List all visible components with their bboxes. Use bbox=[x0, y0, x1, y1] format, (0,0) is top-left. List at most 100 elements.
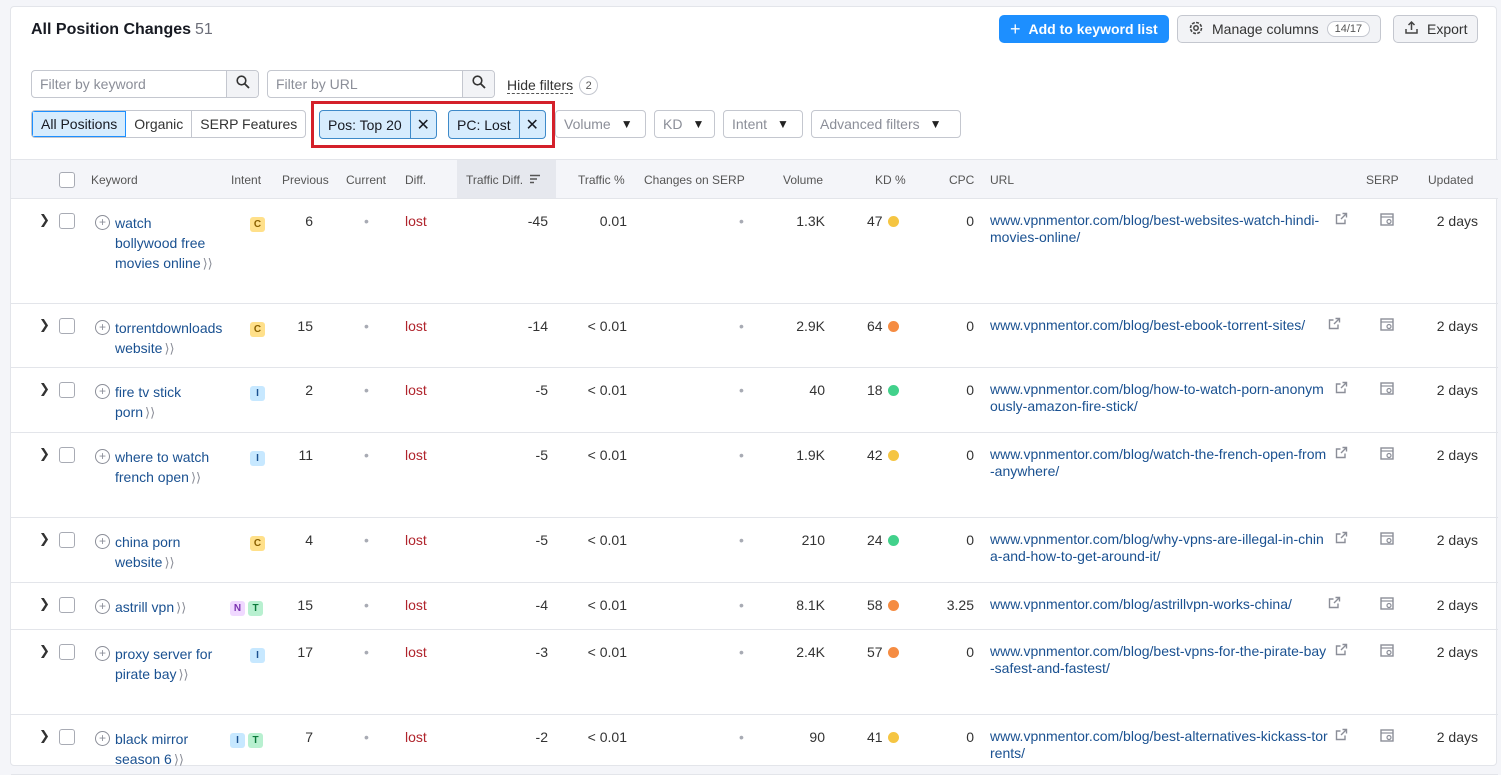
row-checkbox[interactable] bbox=[59, 729, 75, 745]
double-chevron-icon[interactable]: ⟩⟩ bbox=[164, 341, 174, 356]
external-link-icon[interactable] bbox=[1335, 212, 1348, 228]
col-kd[interactable]: KD % bbox=[875, 173, 906, 187]
row-checkbox[interactable] bbox=[59, 532, 75, 548]
keyword-link[interactable]: proxy server for pirate bay bbox=[115, 646, 212, 682]
keyword-cell[interactable]: fire tv stick porn ⟩⟩ bbox=[115, 382, 215, 423]
external-link-icon[interactable] bbox=[1328, 317, 1341, 333]
url-link[interactable]: www.vpnmentor.com/blog/best-alternatives… bbox=[990, 728, 1330, 762]
serp-snapshot-icon[interactable] bbox=[1380, 382, 1395, 399]
add-keyword-icon[interactable]: + bbox=[95, 449, 110, 464]
segment-all-positions[interactable]: All Positions bbox=[32, 111, 127, 137]
keyword-cell[interactable]: torrentdownloads website ⟩⟩ bbox=[115, 318, 222, 359]
double-chevron-icon[interactable]: ⟩⟩ bbox=[164, 555, 174, 570]
chevron-right-icon[interactable]: ❯ bbox=[39, 728, 50, 744]
add-keyword-icon[interactable]: + bbox=[95, 320, 110, 335]
url-link[interactable]: www.vpnmentor.com/blog/best-vpns-for-the… bbox=[990, 643, 1330, 677]
double-chevron-icon[interactable]: ⟩⟩ bbox=[176, 600, 186, 615]
url-link[interactable]: www.vpnmentor.com/blog/astrillvpn-works-… bbox=[990, 596, 1292, 613]
col-keyword[interactable]: Keyword bbox=[91, 173, 138, 187]
url-link[interactable]: www.vpnmentor.com/blog/why-vpns-are-ille… bbox=[990, 531, 1330, 565]
advanced-filters-dropdown[interactable]: Advanced filters ▼ bbox=[811, 110, 961, 138]
kd-dropdown[interactable]: KD ▼ bbox=[654, 110, 715, 138]
external-link-icon[interactable] bbox=[1335, 643, 1348, 659]
add-keyword-icon[interactable]: + bbox=[95, 731, 110, 746]
row-checkbox[interactable] bbox=[59, 597, 75, 613]
serp-snapshot-icon[interactable] bbox=[1380, 532, 1395, 549]
col-current[interactable]: Current bbox=[346, 173, 386, 187]
export-button[interactable]: Export bbox=[1393, 15, 1479, 43]
volume-dropdown[interactable]: Volume ▼ bbox=[555, 110, 646, 138]
add-keyword-icon[interactable]: + bbox=[95, 384, 110, 399]
table-row[interactable]: ❯ + where to watch french open ⟩⟩ I 11 • … bbox=[11, 433, 1498, 518]
table-row[interactable]: ❯ + black mirror season 6 ⟩⟩ IT 7 • lost … bbox=[11, 715, 1498, 775]
col-intent[interactable]: Intent bbox=[231, 173, 261, 187]
double-chevron-icon[interactable]: ⟩⟩ bbox=[203, 256, 213, 271]
manage-columns-button[interactable]: Manage columns 14/17 bbox=[1177, 15, 1382, 43]
chevron-right-icon[interactable]: ❯ bbox=[39, 381, 50, 397]
keyword-cell[interactable]: china porn website ⟩⟩ bbox=[115, 532, 215, 573]
intent-dropdown[interactable]: Intent ▼ bbox=[723, 110, 803, 138]
serp-snapshot-icon[interactable] bbox=[1380, 447, 1395, 464]
external-link-icon[interactable] bbox=[1335, 446, 1348, 462]
row-checkbox[interactable] bbox=[59, 213, 75, 229]
col-cpc[interactable]: CPC bbox=[949, 173, 974, 187]
table-row[interactable]: ❯ + astrill vpn ⟩⟩ NT 15 • lost -4 < 0.01… bbox=[11, 583, 1498, 630]
keyword-link[interactable]: watch bollywood free movies online bbox=[115, 215, 205, 271]
external-link-icon[interactable] bbox=[1335, 531, 1348, 547]
keyword-cell[interactable]: astrill vpn ⟩⟩ bbox=[115, 597, 245, 618]
serp-snapshot-icon[interactable] bbox=[1380, 213, 1395, 230]
row-checkbox[interactable] bbox=[59, 318, 75, 334]
col-serp[interactable]: SERP bbox=[1366, 173, 1399, 187]
add-keyword-icon[interactable]: + bbox=[95, 534, 110, 549]
row-checkbox[interactable] bbox=[59, 644, 75, 660]
chevron-right-icon[interactable]: ❯ bbox=[39, 596, 50, 612]
url-filter-input[interactable] bbox=[268, 71, 462, 97]
segment-organic[interactable]: Organic bbox=[126, 111, 193, 137]
col-previous[interactable]: Previous bbox=[282, 173, 329, 187]
keyword-cell[interactable]: watch bollywood free movies online ⟩⟩ bbox=[115, 213, 215, 274]
serp-snapshot-icon[interactable] bbox=[1380, 318, 1395, 335]
serp-snapshot-icon[interactable] bbox=[1380, 597, 1395, 614]
col-traffic-diff[interactable]: Traffic Diff. bbox=[457, 160, 556, 198]
external-link-icon[interactable] bbox=[1335, 381, 1348, 397]
external-link-icon[interactable] bbox=[1335, 728, 1348, 744]
add-keyword-icon[interactable]: + bbox=[95, 215, 110, 230]
serp-snapshot-icon[interactable] bbox=[1380, 644, 1395, 661]
url-link[interactable]: www.vpnmentor.com/blog/watch-the-french-… bbox=[990, 446, 1330, 480]
col-updated[interactable]: Updated bbox=[1428, 173, 1473, 187]
double-chevron-icon[interactable]: ⟩⟩ bbox=[145, 405, 155, 420]
col-url[interactable]: URL bbox=[990, 173, 1014, 187]
keyword-link[interactable]: astrill vpn bbox=[115, 599, 174, 615]
table-row[interactable]: ❯ + proxy server for pirate bay ⟩⟩ I 17 •… bbox=[11, 630, 1498, 715]
add-keyword-icon[interactable]: + bbox=[95, 599, 110, 614]
add-keyword-icon[interactable]: + bbox=[95, 646, 110, 661]
url-link[interactable]: www.vpnmentor.com/blog/best-websites-wat… bbox=[990, 212, 1330, 246]
url-search-button[interactable] bbox=[462, 71, 494, 97]
col-traffic-pct[interactable]: Traffic % bbox=[578, 173, 625, 187]
table-row[interactable]: ❯ + watch bollywood free movies online ⟩⟩… bbox=[11, 199, 1498, 304]
col-changes-on-serp[interactable]: Changes on SERP bbox=[644, 173, 745, 187]
table-row[interactable]: ❯ + torrentdownloads website ⟩⟩ C 15 • lo… bbox=[11, 304, 1498, 368]
table-row[interactable]: ❯ + fire tv stick porn ⟩⟩ I 2 • lost -5 <… bbox=[11, 368, 1498, 433]
segment-serp-features[interactable]: SERP Features bbox=[192, 111, 305, 137]
row-checkbox[interactable] bbox=[59, 382, 75, 398]
chevron-right-icon[interactable]: ❯ bbox=[39, 317, 50, 333]
select-all-checkbox[interactable] bbox=[59, 172, 75, 188]
external-link-icon[interactable] bbox=[1328, 596, 1341, 612]
col-volume[interactable]: Volume bbox=[783, 173, 823, 187]
table-row[interactable]: ❯ + china porn website ⟩⟩ C 4 • lost -5 <… bbox=[11, 518, 1498, 583]
double-chevron-icon[interactable]: ⟩⟩ bbox=[191, 470, 201, 485]
add-to-keyword-list-button[interactable]: + Add to keyword list bbox=[999, 15, 1169, 43]
chevron-right-icon[interactable]: ❯ bbox=[39, 446, 50, 462]
chevron-right-icon[interactable]: ❯ bbox=[39, 531, 50, 547]
col-diff[interactable]: Diff. bbox=[405, 173, 426, 187]
keyword-cell[interactable]: proxy server for pirate bay ⟩⟩ bbox=[115, 644, 215, 685]
hide-filters-toggle[interactable]: Hide filters 2 bbox=[507, 76, 599, 95]
chevron-right-icon[interactable]: ❯ bbox=[39, 643, 50, 659]
double-chevron-icon[interactable]: ⟩⟩ bbox=[174, 752, 184, 767]
keyword-search-button[interactable] bbox=[226, 71, 258, 97]
keyword-filter-input[interactable] bbox=[32, 71, 226, 97]
double-chevron-icon[interactable]: ⟩⟩ bbox=[178, 667, 188, 682]
chevron-right-icon[interactable]: ❯ bbox=[39, 212, 50, 228]
keyword-cell[interactable]: black mirror season 6 ⟩⟩ bbox=[115, 729, 215, 770]
